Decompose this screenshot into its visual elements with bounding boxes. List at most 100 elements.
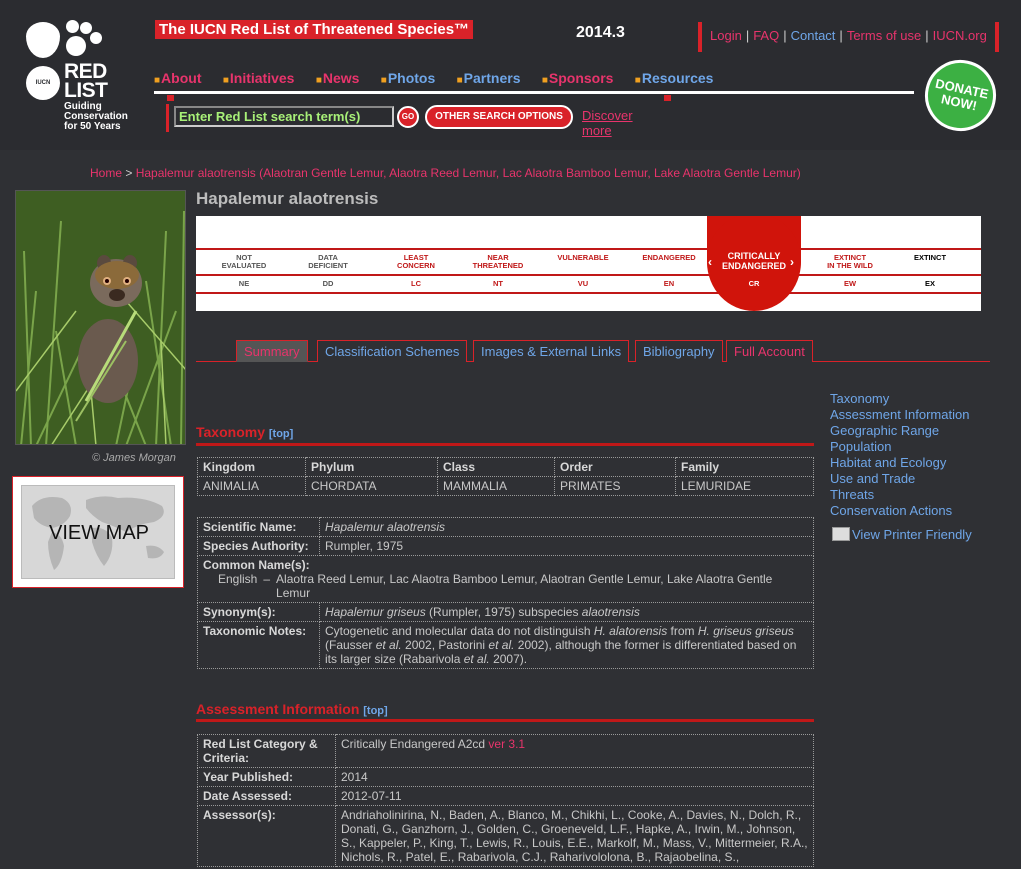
logo-paw-toe [80,22,92,34]
scale-bottom-line [196,292,981,294]
tab-images-external-links[interactable]: Images & External Links [473,340,630,362]
sidelink-geographic-range[interactable]: Geographic Range [830,423,969,439]
sidelink-conservation-actions[interactable]: Conservation Actions [830,503,969,519]
status-abbr-lc: LC [411,279,421,288]
sidelink-use-trade[interactable]: Use and Trade [830,471,969,487]
td-phylum: CHORDATA [305,476,438,496]
breadcrumb-home[interactable]: Home [90,166,122,180]
value-red-list-category: Critically Endangered A2cd ver 3.1 [335,734,814,768]
search-input[interactable] [174,106,394,127]
nav-about[interactable]: ■About [154,70,201,86]
breadcrumb-current[interactable]: Hapalemur alaotrensis (Alaotran Gentle L… [136,166,801,180]
label-red-list-category: Red List Category & Criteria: [197,734,336,768]
search-bar-accent [166,104,169,132]
nav-marker [664,95,671,101]
discover-more-link[interactable]: Discover more [582,108,633,138]
status-extinct-in-wild: EXTINCT IN THE WILD [827,253,873,270]
login-link[interactable]: Login [710,28,742,43]
status-endangered: ENDANGERED [642,253,696,262]
nav-sponsors[interactable]: ■Sponsors [542,70,614,86]
other-search-options-button[interactable]: OTHER SEARCH OPTIONS [425,105,573,129]
sidelink-threats[interactable]: Threats [830,487,969,503]
sidelink-habitat-ecology[interactable]: Habitat and Ecology [830,455,969,471]
status-abbr-vu: VU [577,279,589,288]
go-button[interactable]: GO [397,106,419,128]
tab-bibliography[interactable]: Bibliography [635,340,723,362]
species-tabs: Summary Classification Schemes Images & … [196,340,990,362]
status-abbr-ew: EW [843,279,857,288]
nav-photos[interactable]: ■Photos [381,70,436,86]
value-scientific-name: Hapalemur alaotrensis [319,517,814,537]
red-list-status-scale: NOT EVALUATED NE DATA DEFICIENT DD LEAST CO… [196,216,981,311]
logo-paw-toe [66,20,79,33]
sidelink-assessment-information[interactable]: Assessment Information [830,407,969,423]
td-kingdom: ANIMALIA [197,476,306,496]
species-photo[interactable] [15,190,186,445]
iucn-emblem: IUCN [26,66,60,100]
site-header: IUCN RED LIST Guiding Conservation for 5… [0,0,1021,150]
th-order: Order [554,457,676,477]
status-near-threatened: NEAR THREATENED [472,253,524,270]
assessment-top-link[interactable]: [top] [363,705,387,717]
value-taxonomic-notes: Cytogenetic and molecular data do not di… [319,621,814,669]
tab-full-account[interactable]: Full Account [726,340,813,362]
status-abbr-ex: EX [924,279,935,288]
status-abbr-dd: DD [322,279,334,288]
status-vulnerable: VULNERABLE [557,253,609,262]
logo-paw-toe [90,32,102,44]
nav-initiatives[interactable]: ■Initiatives [223,70,295,86]
th-kingdom: Kingdom [197,457,306,477]
logo-tagline: Guiding Conservation for 50 Years [64,101,128,132]
red-list-wordmark: RED LIST [64,60,108,102]
nav-resources[interactable]: ■Resources [635,70,714,86]
logo-paw-pad [66,36,86,56]
td-class: MAMMALIA [437,476,555,496]
sidelink-population[interactable]: Population [830,439,969,455]
terms-link[interactable]: Terms of use [847,28,921,43]
iucn-org-link[interactable]: IUCN.org [933,28,987,43]
world-map-thumbnail: VIEW MAP [21,485,175,579]
td-family: LEMURIDAE [675,476,814,496]
status-data-deficient: DATA DEFICIENT [308,253,348,270]
taxonomy-heading: Taxonomy [top] [196,424,294,440]
main-nav: ■About ■Initiatives ■News ■Photos ■Partn… [154,70,914,94]
value-date-assessed: 2012-07-11 [335,786,814,806]
label-species-authority: Species Authority: [197,536,320,556]
nav-news[interactable]: ■News [316,70,360,86]
species-name-heading: Hapalemur alaotrensis [196,189,379,208]
taxonomy-top-link[interactable]: [top] [269,428,293,440]
tab-classification-schemes[interactable]: Classification Schemes [317,340,468,362]
printer-friendly: View Printer Friendly [832,527,972,542]
scale-mid-line [196,274,981,276]
td-order: PRIMATES [554,476,676,496]
view-map-button[interactable]: VIEW MAP [12,476,184,588]
status-not-evaluated: NOT EVALUATED [221,253,267,270]
assessment-heading: Assessment Information [top] [196,701,388,717]
printer-icon[interactable] [832,527,850,541]
nav-partners[interactable]: ■Partners [457,70,521,86]
faq-link[interactable]: FAQ [753,28,779,43]
version-link[interactable]: ver 3.1 [488,737,525,751]
status-abbr-ne: NE [238,279,250,288]
status-abbr-en: EN [663,279,675,288]
scale-top-line [196,248,981,250]
th-family: Family [675,457,814,477]
taxonomy-rule [196,443,814,446]
printer-friendly-link[interactable]: View Printer Friendly [852,527,972,542]
iucn-red-list-logo[interactable]: IUCN RED LIST Guiding Conservation for 5… [22,18,142,138]
chevron-right-icon: › [790,255,794,269]
common-names-value: Alaotra Reed Lemur, Lac Alaotra Bamboo L… [276,572,773,600]
tab-summary[interactable]: Summary [236,340,308,362]
value-synonyms: Hapalemur griseus (Rumpler, 1975) subspe… [319,602,814,622]
section-links: Taxonomy Assessment Information Geograph… [830,391,969,519]
label-assessors: Assessor(s): [197,805,336,867]
label-year-published: Year Published: [197,767,336,787]
site-title[interactable]: The IUCN Red List of Threatened Species™ [155,20,474,39]
sidelink-taxonomy[interactable]: Taxonomy [830,391,969,407]
th-phylum: Phylum [305,457,438,477]
label-synonyms: Synonym(s): [197,602,320,622]
donate-now-button[interactable]: DONATE NOW! [918,53,1003,138]
label-date-assessed: Date Assessed: [197,786,336,806]
assessment-table: Red List Category & Criteria: Critically… [197,734,814,867]
contact-link[interactable]: Contact [791,28,836,43]
